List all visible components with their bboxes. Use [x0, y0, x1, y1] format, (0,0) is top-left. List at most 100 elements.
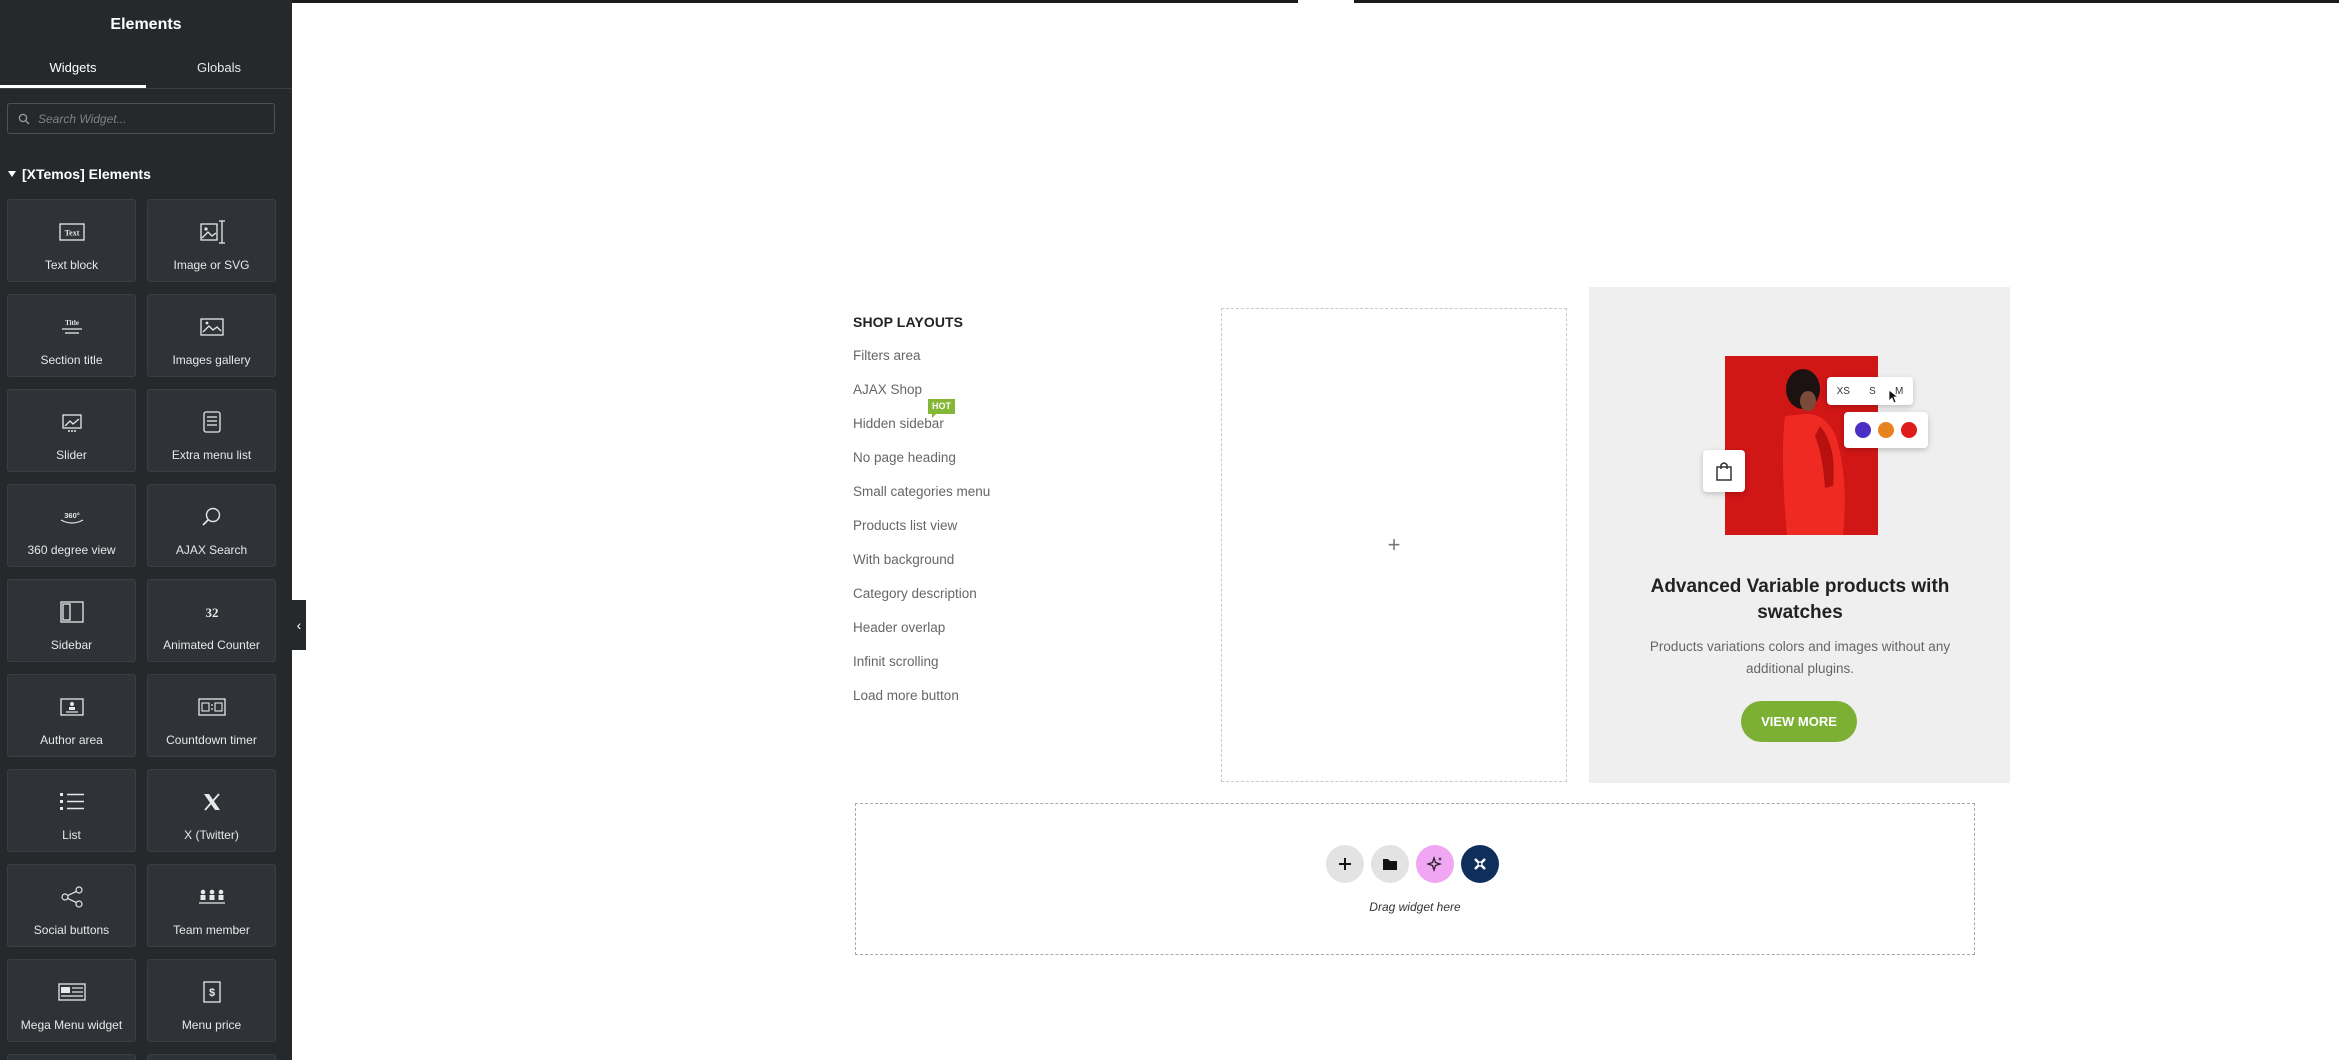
sparkle-icon	[1427, 856, 1443, 872]
drop-zone-label: Drag widget here	[1369, 900, 1461, 914]
widget-list[interactable]: List	[7, 769, 136, 852]
share-icon	[60, 883, 84, 911]
widget-label: X (Twitter)	[184, 828, 239, 842]
list-item[interactable]: Hidden sidebar	[853, 416, 990, 450]
widgets-grid: Text Text block Image or SVG Title Secti…	[7, 199, 277, 1060]
widget-label: Image or SVG	[173, 258, 250, 272]
widget-partial[interactable]	[7, 1054, 136, 1060]
color-swatches	[1844, 412, 1928, 448]
top-divider	[1354, 0, 2339, 3]
widget-text-block[interactable]: Text Text block	[7, 199, 136, 282]
hot-badge: HOT	[928, 399, 955, 418]
caret-down-icon	[8, 171, 16, 177]
widget-sidebar[interactable]: Sidebar	[7, 579, 136, 662]
cursor-icon	[1888, 389, 1900, 404]
collapse-panel-button[interactable]: ‹	[292, 600, 306, 650]
widget-label: 360 degree view	[27, 543, 116, 557]
widget-countdown-timer[interactable]: Countdown timer	[147, 674, 276, 757]
widget-ajax-search[interactable]: AJAX Search	[147, 484, 276, 567]
list-item[interactable]: No page heading	[853, 450, 990, 484]
widget-extra-menu-list[interactable]: Extra menu list	[147, 389, 276, 472]
widget-label: AJAX Search	[175, 543, 248, 557]
widget-images-gallery[interactable]: Images gallery	[147, 294, 276, 377]
widget-slider[interactable]: Slider	[7, 389, 136, 472]
color-swatch	[1900, 422, 1917, 438]
top-divider	[292, 0, 1298, 3]
widget-social-buttons[interactable]: Social buttons	[7, 864, 136, 947]
size-option: S	[1869, 385, 1876, 397]
panel-title: Elements	[110, 16, 182, 33]
search-input[interactable]	[36, 110, 260, 127]
promo-title: Advanced Variable products with swatches	[1650, 576, 1950, 623]
extra-menu-list-icon	[201, 408, 223, 436]
search-icon	[18, 113, 30, 124]
empty-column-add-button[interactable]: +	[1221, 308, 1567, 782]
list-item[interactable]: Small categories menu	[853, 484, 990, 518]
list-item[interactable]: With background	[853, 552, 990, 586]
widget-360-view[interactable]: 360° 360 degree view	[7, 484, 136, 567]
widget-label: Author area	[40, 733, 103, 747]
widget-animated-counter[interactable]: 32 Animated Counter	[147, 579, 276, 662]
list-item[interactable]: Header overlap	[853, 620, 990, 654]
panel-tabs: Widgets Globals	[0, 50, 292, 89]
list-item[interactable]: AJAX Shop	[853, 382, 990, 416]
widget-x-twitter[interactable]: X (Twitter)	[147, 769, 276, 852]
widget-mega-menu[interactable]: Mega Menu widget	[7, 959, 136, 1042]
xtemos-library-button[interactable]	[1461, 845, 1499, 883]
list-item[interactable]: Load more button	[853, 688, 990, 722]
widget-section-title[interactable]: Title Section title	[7, 294, 136, 377]
x-twitter-icon	[202, 788, 222, 816]
shop-layouts-title: SHOP LAYOUTS	[853, 314, 964, 330]
widget-author-area[interactable]: Author area	[7, 674, 136, 757]
widget-team-member[interactable]: Team member	[147, 864, 276, 947]
360-view-icon-text: 360°	[64, 511, 80, 520]
promo-description: Products variations colors and images wi…	[1649, 639, 1951, 676]
list-item[interactable]: Infinit scrolling	[853, 654, 990, 688]
shop-layouts-list: Filters area AJAX Shop Hidden sidebar No…	[853, 348, 990, 722]
author-area-icon	[59, 693, 85, 721]
widget-image-svg[interactable]: Image or SVG	[147, 199, 276, 282]
image-svg-icon	[199, 218, 225, 246]
mega-menu-icon	[57, 978, 86, 1006]
text-block-icon-text: Text	[64, 229, 79, 238]
team-member-icon	[198, 883, 226, 911]
color-swatch	[1877, 422, 1894, 438]
counter-icon: 32	[199, 598, 225, 626]
list-item[interactable]: Filters area	[853, 348, 990, 382]
widget-label: List	[62, 828, 81, 842]
tab-globals[interactable]: Globals	[146, 50, 292, 88]
360-view-icon: 360°	[58, 503, 86, 531]
category-header[interactable]: [XTemos] Elements	[8, 166, 151, 182]
sidebar-icon	[59, 598, 85, 626]
counter-icon-text: 32	[205, 605, 218, 620]
size-selector: XS S M	[1827, 377, 1913, 405]
view-more-button[interactable]: VIEW MORE	[1741, 701, 1857, 742]
widget-label: Text block	[44, 258, 99, 272]
widget-menu-price[interactable]: $ Menu price	[147, 959, 276, 1042]
search-box[interactable]	[7, 103, 275, 134]
shopping-bag-icon	[1703, 450, 1745, 492]
folder-icon	[1383, 859, 1397, 870]
slider-icon	[59, 408, 85, 436]
widget-partial[interactable]	[147, 1054, 276, 1060]
search-icon	[201, 503, 223, 531]
xtemos-logo-icon	[1474, 858, 1486, 870]
widget-label: Animated Counter	[163, 638, 260, 652]
widget-label: Images gallery	[172, 353, 251, 367]
elements-panel: Elements Widgets Globals [XTemos] Elemen…	[0, 0, 292, 1060]
list-item[interactable]: Category description	[853, 586, 990, 620]
add-section-button[interactable]	[1326, 845, 1364, 883]
drop-zone-buttons	[1326, 845, 1499, 883]
list-item[interactable]: Products list view	[853, 518, 990, 552]
tab-widgets[interactable]: Widgets	[0, 50, 146, 88]
plus-icon	[1339, 858, 1351, 870]
add-template-button[interactable]	[1371, 845, 1409, 883]
ai-button[interactable]	[1416, 845, 1454, 883]
size-option: XS	[1836, 385, 1850, 397]
text-block-icon: Text	[58, 218, 85, 246]
widget-label: Sidebar	[50, 638, 93, 652]
list-icon	[59, 788, 85, 816]
section-title-icon: Title	[59, 313, 85, 341]
color-swatch	[1855, 422, 1872, 438]
widget-label: Extra menu list	[171, 448, 252, 462]
